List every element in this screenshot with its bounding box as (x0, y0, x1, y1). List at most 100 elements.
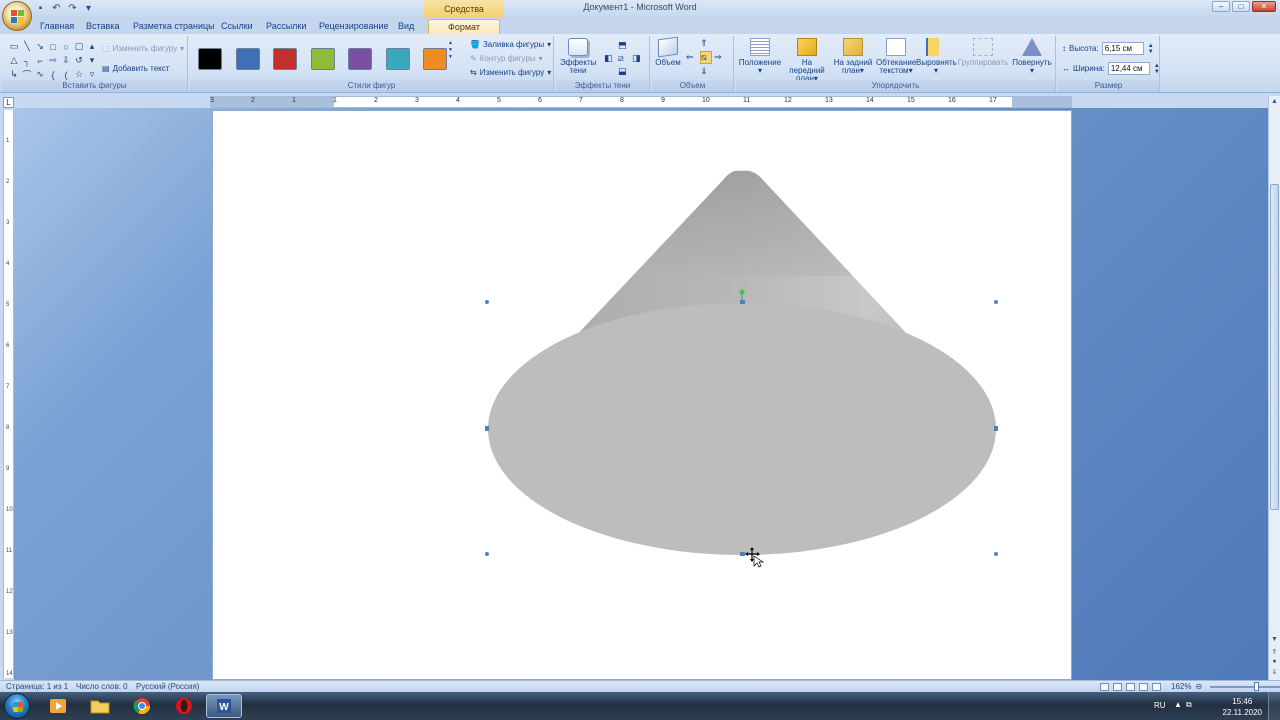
scroll-up-icon[interactable]: ▴ (86, 40, 98, 53)
select-browse-object-icon[interactable]: ● (1269, 658, 1280, 665)
shape-outline-button[interactable]: ✎ Контур фигуры ▾ (470, 54, 543, 63)
show-hidden-icons-icon[interactable]: ▲ (1174, 700, 1182, 709)
scroll-down-icon[interactable]: ▼ (1269, 636, 1280, 643)
right-arrow-shape-icon[interactable]: ⇨ (47, 54, 59, 67)
resize-handle-top-left[interactable] (485, 300, 489, 304)
change-shape-button[interactable]: ⇆ Изменить фигуру ▾ (470, 68, 551, 77)
tilt-right-icon[interactable]: ⇒ (714, 52, 726, 63)
nudge-shadow-right-icon[interactable]: ◨ (632, 53, 644, 64)
tab-references[interactable]: Ссылки (221, 19, 253, 34)
triangle-shape-icon[interactable]: △ (8, 54, 20, 67)
tab-home[interactable]: Главная (40, 19, 74, 34)
rectangle-shape-icon[interactable]: □ (47, 40, 59, 53)
rotate-handle[interactable] (739, 289, 745, 295)
bring-to-front-button[interactable]: На передний план▾ (784, 38, 830, 83)
taskbar-media-player[interactable] (40, 694, 76, 718)
height-input[interactable]: 6,15 см (1101, 42, 1144, 55)
down-arrow-shape-icon[interactable]: ⇩ (60, 54, 72, 67)
page-count[interactable]: Страница: 1 из 1 (6, 682, 68, 691)
scroll-up-icon[interactable]: ▲ (448, 40, 453, 47)
web-layout-icon[interactable] (1126, 682, 1135, 691)
zoom-level[interactable]: 162% (1171, 682, 1191, 691)
taskbar-opera[interactable] (166, 694, 202, 718)
resize-handle-top-right[interactable] (994, 300, 998, 304)
tab-mailings[interactable]: Рассылки (266, 19, 306, 34)
nudge-shadow-left-icon[interactable]: ◧ (604, 53, 616, 64)
height-stepper[interactable]: ▲ ▼ (1147, 43, 1155, 55)
width-input[interactable]: 12,44 см (1107, 62, 1150, 75)
resize-handle-bottom[interactable] (740, 552, 745, 556)
language-indicator[interactable]: Русский (Россия) (136, 682, 199, 691)
tab-review[interactable]: Рецензирование (319, 19, 389, 34)
resize-handle-left[interactable] (485, 426, 489, 431)
minimize-button[interactable]: – (1212, 1, 1230, 12)
nudge-shadow-up-icon[interactable]: ⬒ (618, 40, 630, 51)
horizontal-ruler[interactable]: 3 2 1 1 2 3 4 5 6 7 8 9 10 11 12 13 14 15 16 17 (210, 96, 1072, 108)
elbow-connector-icon[interactable]: ┐ (21, 54, 33, 67)
taskbar-chrome[interactable] (124, 694, 160, 718)
scroll-down-icon[interactable]: ▼ (448, 47, 453, 54)
customize-qat-icon[interactable]: ▾ (82, 2, 95, 15)
line-shape-icon[interactable]: ╲ (21, 40, 33, 53)
office-button[interactable] (2, 1, 32, 31)
tab-format[interactable]: Формат (428, 19, 500, 34)
tab-view[interactable]: Вид (398, 19, 414, 34)
resize-handle-bottom-right[interactable] (994, 552, 998, 556)
scroll-down-icon[interactable]: ▾ (86, 54, 98, 67)
input-language[interactable]: RU (1154, 701, 1166, 710)
shape-style-swatch[interactable] (348, 48, 372, 70)
shape-style-swatch[interactable] (310, 48, 335, 70)
resize-handle-right[interactable] (994, 426, 998, 431)
scrollbar-thumb[interactable] (1270, 184, 1279, 510)
nudge-shadow-down-icon[interactable]: ⬓ (618, 66, 630, 77)
cone-base-shape[interactable] (488, 303, 996, 555)
shape-fill-button[interactable]: 🪣 Заливка фигуры ▾ (470, 40, 551, 49)
textbox-shape-icon[interactable]: ▭ (8, 40, 20, 53)
print-layout-icon[interactable] (1100, 682, 1109, 691)
volume-button[interactable]: Объем (654, 36, 682, 67)
vertical-ruler[interactable]: 123456789101112131415 (3, 110, 14, 718)
previous-page-icon[interactable]: ⇑ (1269, 648, 1280, 656)
shadow-toggle-icon[interactable]: ⧄ (618, 53, 630, 64)
shapes-gallery[interactable]: ▭ ╲ ↘ □ ○ ▢ ▴ △ ┐ ⌐ ⇨ ⇩ ↺ ▾ ↳ ⌒ ∿ { ( ☆ … (8, 40, 98, 81)
shape-style-swatch[interactable] (198, 48, 222, 70)
3d-toggle-icon[interactable]: ⧅ (700, 51, 712, 64)
maximize-button[interactable]: □ (1232, 1, 1250, 12)
resize-handle-bottom-left[interactable] (485, 552, 489, 556)
add-text-button[interactable]: ▤ Добавить текст (102, 64, 169, 73)
vertical-scrollbar[interactable]: ▲ ▼ ⇑ ● ⇓ (1268, 96, 1280, 680)
zoom-slider[interactable] (1210, 681, 1280, 691)
oval-shape-icon[interactable]: ○ (60, 40, 72, 53)
rounded-rect-shape-icon[interactable]: ▢ (73, 40, 85, 53)
document-page[interactable] (212, 110, 1072, 680)
arrow-line-shape-icon[interactable]: ↘ (34, 40, 46, 53)
draft-view-icon[interactable] (1152, 682, 1161, 691)
more-styles-icon[interactable]: ▼ (448, 54, 453, 61)
network-icon[interactable]: ⧉ (1186, 700, 1192, 710)
taskbar-word[interactable]: W (206, 694, 242, 718)
send-to-back-button[interactable]: На задний план▾ (832, 38, 874, 75)
redo-icon[interactable]: ↷ (66, 2, 79, 15)
full-screen-reading-icon[interactable] (1113, 682, 1122, 691)
save-icon[interactable]: ▪ (34, 2, 47, 15)
shape-style-swatch[interactable] (423, 48, 447, 70)
undo-icon[interactable]: ↶ (50, 2, 63, 15)
group-button[interactable]: Группировать (956, 38, 1010, 67)
show-desktop-button[interactable] (1268, 692, 1280, 720)
tilt-up-icon[interactable]: ⇑ (700, 38, 712, 49)
elbow-arrow-icon[interactable]: ⌐ (34, 54, 46, 67)
width-stepper[interactable]: ▲ ▼ (1153, 63, 1161, 75)
tilt-down-icon[interactable]: ⇓ (700, 66, 712, 77)
shape-style-swatch[interactable] (385, 48, 410, 70)
position-button[interactable]: Положение ▾ (738, 38, 782, 75)
shape-style-swatch[interactable] (235, 48, 260, 70)
close-button[interactable]: ✕ (1252, 1, 1276, 12)
shape-style-swatch[interactable] (273, 48, 297, 70)
shadow-effects-button[interactable]: Эффекты тени (560, 38, 596, 75)
word-count[interactable]: Число слов: 0 (76, 682, 128, 691)
outline-view-icon[interactable] (1139, 682, 1148, 691)
rotate-button[interactable]: Повернуть ▾ (1010, 38, 1054, 75)
clock[interactable]: 15:46 22.11.2020 (1223, 696, 1262, 718)
resize-handle-top[interactable] (740, 300, 745, 304)
text-wrapping-button[interactable]: Обтекание текстом▾ (876, 38, 916, 75)
